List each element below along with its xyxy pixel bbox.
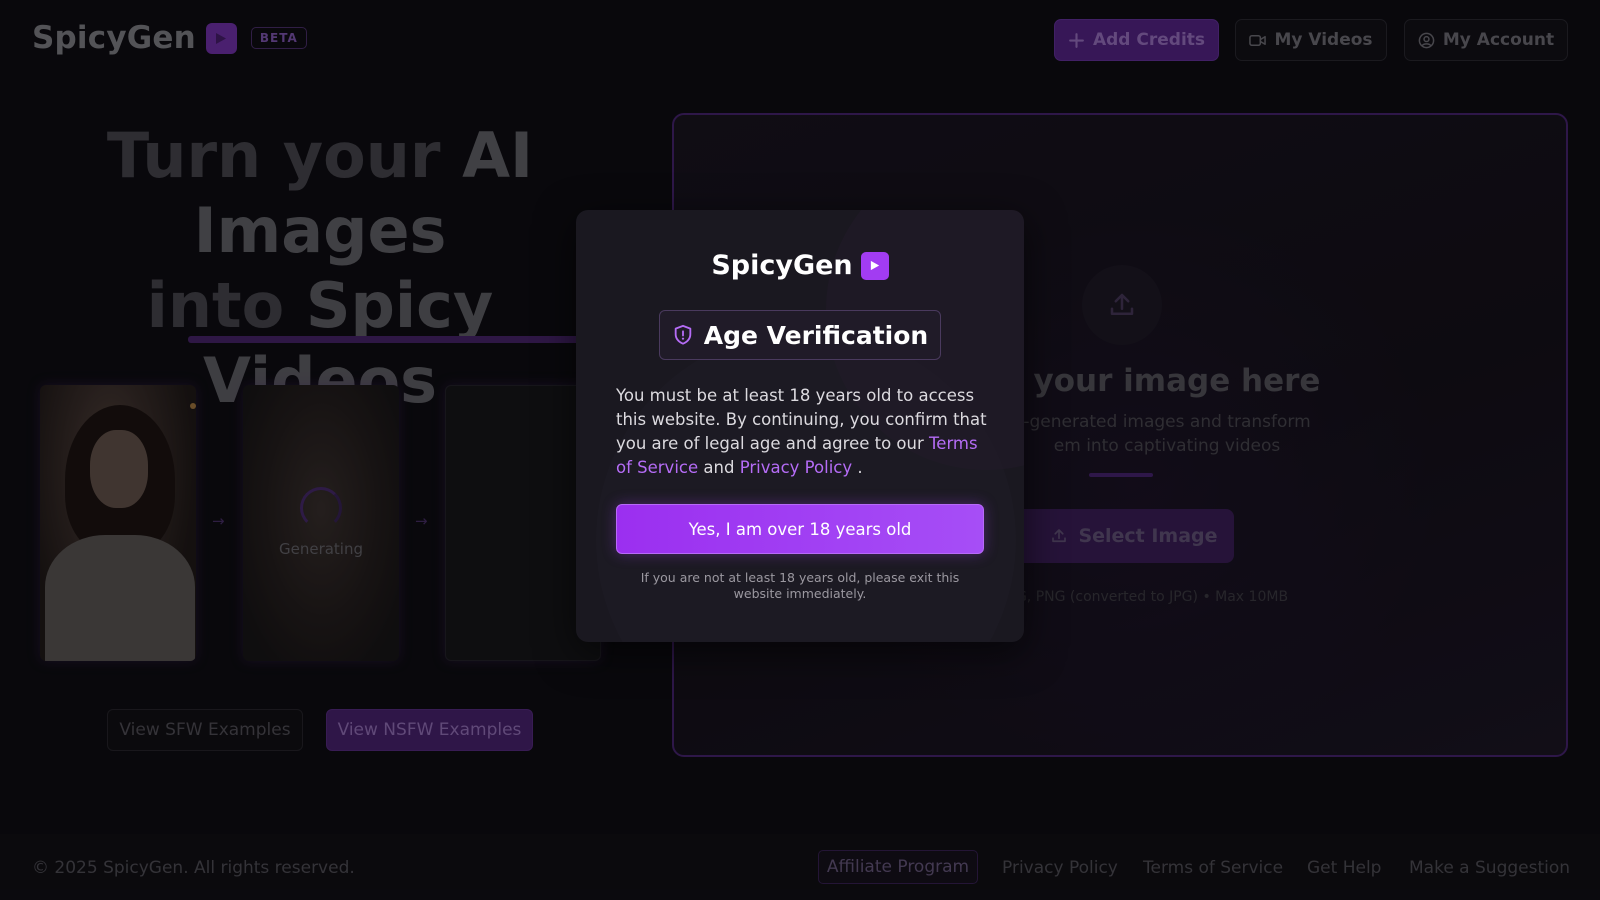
play-icon <box>860 251 889 280</box>
modal-brand: SpicyGen <box>576 250 1024 281</box>
modal-brand-name: SpicyGen <box>711 250 853 281</box>
modal-text-and: and <box>698 458 740 477</box>
confirm-age-button[interactable]: Yes, I am over 18 years old <box>616 504 984 554</box>
age-exit-note: If you are not at least 18 years old, pl… <box>640 570 960 601</box>
privacy-policy-link[interactable]: Privacy Policy <box>740 458 852 477</box>
age-verification-text: You must be at least 18 years old to acc… <box>616 384 991 480</box>
age-verification-modal: SpicyGen Age Verification You must be at… <box>576 210 1024 642</box>
shield-icon <box>674 324 692 345</box>
modal-text-after: . <box>852 458 863 477</box>
modal-title: Age Verification <box>703 320 929 350</box>
age-verification-badge: Age Verification <box>659 310 941 360</box>
